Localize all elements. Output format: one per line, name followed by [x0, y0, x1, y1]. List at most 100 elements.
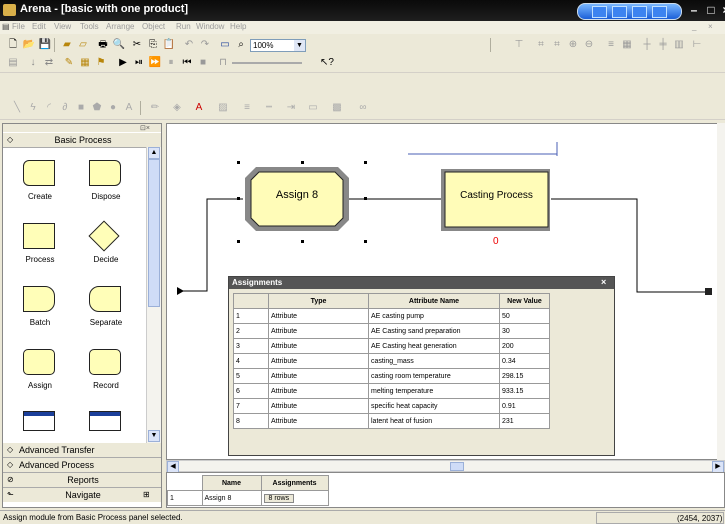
panel-header-advanced-process[interactable]: ◇ Advanced Process [3, 458, 161, 473]
layers-icon[interactable]: ≡ [604, 38, 618, 52]
module-separate[interactable]: Separate [71, 282, 141, 338]
new-value-cell[interactable]: 30 [499, 323, 550, 339]
pill-button-icon[interactable] [612, 6, 627, 18]
text-color-icon[interactable]: A [192, 101, 206, 115]
bezier-icon[interactable]: ∂ [58, 101, 72, 115]
redo-icon[interactable]: ↷ [198, 38, 212, 52]
selection-handle[interactable] [237, 240, 240, 243]
connect-icon[interactable]: ↓ [26, 56, 40, 70]
table-row[interactable]: 1 Attribute AE casting pump 50 [233, 308, 550, 324]
selection-handle[interactable] [237, 197, 240, 200]
fill-pattern-icon[interactable]: ▩ [330, 101, 344, 115]
selection-handle[interactable] [364, 197, 367, 200]
grid-icon[interactable]: ⌗ [534, 38, 548, 52]
menu-arrange[interactable]: Arrange [106, 22, 134, 31]
line-color-icon[interactable]: ✏ [148, 101, 162, 115]
save-icon[interactable]: 💾 [38, 38, 52, 52]
attribute-name-cell[interactable]: casting room temperature [368, 368, 500, 384]
snap-to-grid-icon[interactable]: ⊢ [690, 38, 704, 52]
new-value-cell[interactable]: 298.15 [499, 368, 550, 384]
start-over-icon[interactable]: ⏮ [180, 56, 194, 70]
glue-icon[interactable]: ╪ [656, 38, 670, 52]
module-create[interactable]: Create [5, 156, 75, 212]
menu-tools[interactable]: Tools [80, 22, 99, 31]
end-icon[interactable]: ■ [196, 56, 210, 70]
table-row[interactable]: 2 Attribute AE Casting sand preparation 30 [233, 323, 550, 339]
pin-icon[interactable]: ⊞ [143, 488, 150, 502]
module-dispose[interactable]: Dispose [71, 156, 141, 212]
module-batch[interactable]: Batch [5, 282, 75, 338]
panel-header-advanced-transfer[interactable]: ◇ Advanced Transfer [3, 443, 161, 458]
type-cell[interactable]: Attribute [268, 323, 369, 339]
maximize-button[interactable]: □ [703, 3, 719, 18]
go-icon[interactable]: ▶ [116, 56, 130, 70]
project-bar-close-icon[interactable]: ⊡× [140, 124, 150, 132]
close-icon[interactable]: × [601, 277, 606, 287]
undo-icon[interactable]: ↶ [182, 38, 196, 52]
canvas-horizontal-scrollbar[interactable]: ◀ ▶ [166, 460, 725, 473]
line-icon[interactable]: ╲ [10, 101, 24, 115]
new-value-cell[interactable]: 231 [499, 413, 550, 429]
menu-file[interactable]: File [12, 22, 25, 31]
print-icon[interactable]: 🖶 [96, 38, 110, 52]
panel-scrollbar[interactable]: ▲ ▼ [146, 147, 161, 443]
attribute-name-cell[interactable]: AE Casting heat generation [368, 338, 500, 354]
close-window-button[interactable]: × [718, 3, 725, 18]
column-header[interactable]: Assignments [260, 475, 329, 491]
fast-forward-icon[interactable]: ⏩ [148, 56, 162, 70]
pill-button-icon[interactable] [632, 6, 647, 18]
zoom-out-icon[interactable]: ⊖ [582, 38, 596, 52]
rectangle-icon[interactable]: ■ [74, 101, 88, 115]
column-header[interactable]: Type [268, 293, 369, 309]
column-header[interactable]: Attribute Name [368, 293, 500, 309]
line-pattern-icon[interactable]: ▭ [306, 101, 320, 115]
table-row[interactable]: 7 Attribute specific heat capacity 0.91 [233, 398, 550, 414]
entity-module-icon[interactable] [23, 411, 55, 431]
zoom-in-icon[interactable]: ⊕ [566, 38, 580, 52]
module-process[interactable]: Process [5, 219, 75, 275]
fill-color-icon[interactable]: ◈ [170, 101, 184, 115]
step-icon[interactable]: ⏯ [132, 56, 146, 70]
attribute-name-cell[interactable]: melting temperature [368, 383, 500, 399]
scroll-down-icon[interactable]: ▼ [148, 430, 160, 442]
cut-icon[interactable]: ✂ [130, 38, 144, 52]
polygon-icon[interactable]: ⬟ [90, 101, 104, 115]
document-icon[interactable]: ▤ [2, 22, 10, 31]
new-value-cell[interactable]: 0.91 [499, 398, 550, 414]
menu-edit[interactable]: Edit [32, 22, 46, 31]
module-record[interactable]: Record [71, 345, 141, 401]
project-bar-grip[interactable] [3, 124, 161, 132]
animate-connectors-icon[interactable]: ▦ [78, 56, 92, 70]
snap-icon[interactable]: ⊤ [512, 38, 526, 52]
guides-icon[interactable]: ┼ [640, 38, 654, 52]
table-row[interactable]: 5 Attribute casting room temperature 298.15 [233, 368, 550, 384]
table-row[interactable]: 8 Attribute latent heat of fusion 231 [233, 413, 550, 429]
link-icon[interactable]: ∞ [356, 101, 370, 115]
selection-handle[interactable] [364, 161, 367, 164]
arrow-style-icon[interactable]: ⇥ [284, 101, 298, 115]
column-header[interactable]: New Value [499, 293, 550, 309]
menu-window[interactable]: Window [196, 22, 224, 31]
name-cell[interactable]: Assign 8 [201, 490, 262, 506]
module-decide[interactable]: Decide [71, 219, 141, 275]
mdi-close-icon[interactable]: × [708, 22, 713, 31]
polyline-icon[interactable]: ϟ [26, 101, 40, 115]
ruler-icon[interactable]: ▦ [620, 38, 634, 52]
table-row[interactable]: 4 Attribute casting_mass 0.34 [233, 353, 550, 369]
panel-header-basic-process[interactable]: ◇ Basic Process [3, 133, 161, 148]
arc-icon[interactable]: ◜ [42, 101, 56, 115]
attribute-name-cell[interactable]: AE casting pump [368, 308, 500, 324]
pill-button-icon[interactable] [592, 6, 607, 18]
run-setup-icon[interactable]: ⊓ [216, 56, 230, 70]
scroll-thumb[interactable] [148, 159, 160, 307]
template-attach-icon[interactable]: ▰ [60, 38, 74, 52]
type-cell[interactable]: Attribute [268, 353, 369, 369]
menu-view[interactable]: View [54, 22, 71, 31]
panel-header-reports[interactable]: ⊘ Reports [3, 473, 161, 488]
table-row[interactable]: 1 Assign 8 8 rows [167, 490, 329, 506]
align-icon[interactable]: ⌗ [550, 38, 564, 52]
table-row[interactable]: 3 Attribute AE Casting heat generation 200 [233, 338, 550, 354]
rows-button[interactable]: 8 rows [263, 493, 295, 503]
context-help-icon[interactable]: ↖? [320, 56, 334, 70]
minimize-button[interactable]: – [686, 3, 702, 18]
